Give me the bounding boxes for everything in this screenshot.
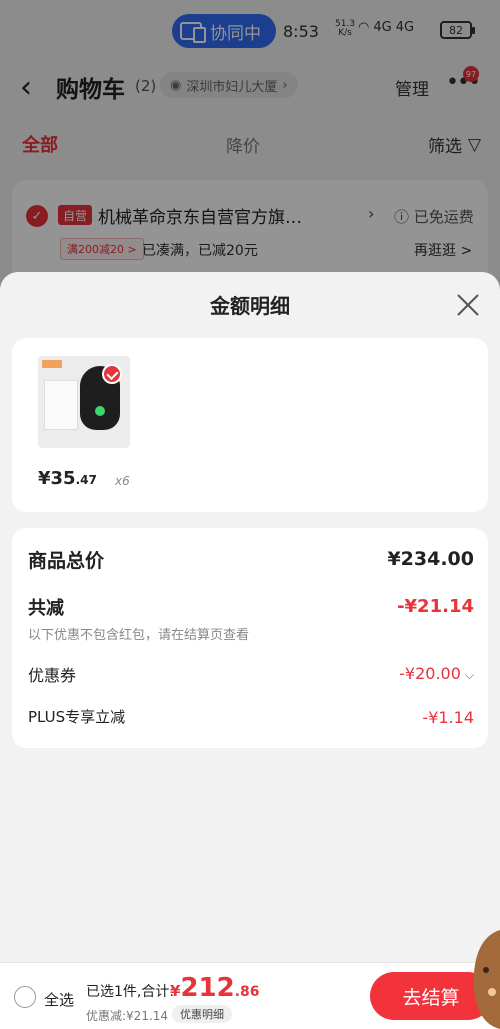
unit-price: ¥35.47: [38, 468, 97, 489]
select-all-checkbox[interactable]: [14, 986, 36, 1008]
selected-count: 已选1件,合计:: [86, 984, 175, 1000]
coupon-value-row[interactable]: -¥20.00 ⌵: [399, 664, 474, 683]
amount-detail-sheet: 金额明细 ¥35.47 x6 商品总价 ¥234.00 共减 -¥21.14 以…: [0, 272, 500, 962]
reduce-label: 共减: [28, 598, 64, 619]
discount-note: 以下优惠不包含红包，请在结算页查看: [28, 628, 250, 643]
reduce-value: -¥21.14: [397, 596, 474, 617]
brand-label-graphic: [42, 360, 62, 368]
chevron-down-icon: ⌵: [464, 668, 474, 682]
quantity: x6: [115, 474, 130, 488]
product-card: ¥35.47 x6: [12, 338, 488, 512]
checkout-bar: 全选 已选1件,合计: ¥212.86 优惠减:¥21.14 优惠明细 去结算: [0, 962, 500, 1029]
price-detail-card: 商品总价 ¥234.00 共减 -¥21.14 以下优惠不包含红包，请在结算页查…: [12, 528, 488, 748]
select-all-label[interactable]: 全选: [44, 989, 74, 1010]
check-icon: [102, 364, 122, 384]
plus-label: PLUS专享立减: [28, 708, 126, 726]
total-label: 商品总价: [28, 550, 105, 572]
product-box-graphic: [44, 380, 78, 430]
coupon-value: -¥20.00: [399, 664, 461, 683]
plus-value: -¥1.14: [422, 708, 474, 727]
total-value: ¥234.00: [387, 548, 474, 570]
discount-detail-button[interactable]: 优惠明细: [172, 1005, 232, 1023]
close-icon[interactable]: [455, 292, 481, 318]
total-price: ¥212.86: [170, 973, 260, 1003]
mascot-sticker-icon[interactable]: [470, 930, 500, 1029]
coupon-label: 优惠券: [28, 666, 77, 685]
discount-summary: 优惠减:¥21.14: [86, 1009, 169, 1023]
sheet-title: 金额明细: [210, 294, 290, 318]
mouse-product-image[interactable]: [38, 356, 130, 448]
